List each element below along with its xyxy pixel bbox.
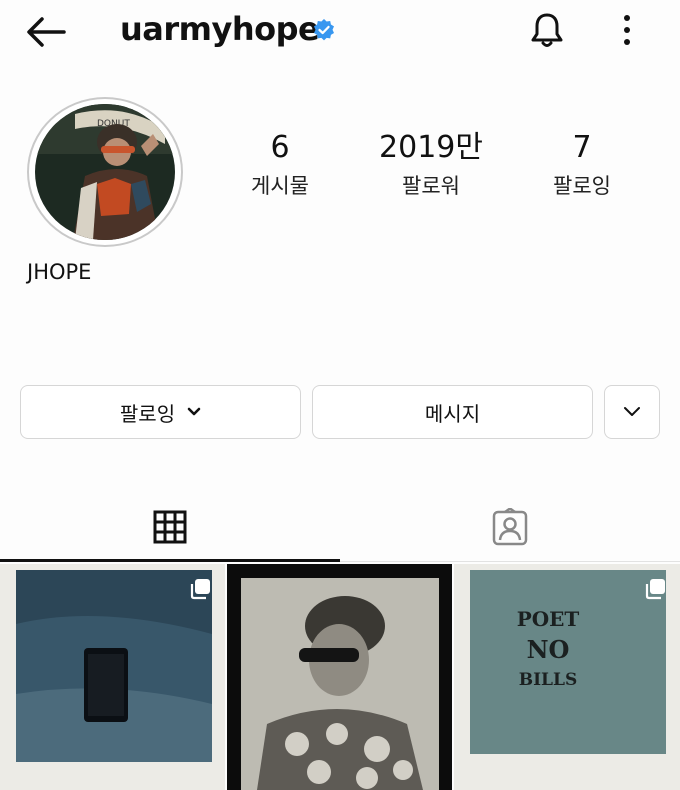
sign-line-3: BILLS <box>519 670 578 690</box>
post-tile-1[interactable] <box>0 564 225 790</box>
portrait-photo <box>227 564 452 790</box>
stat-posts[interactable]: 6 게시물 <box>205 130 355 202</box>
tab-posts-grid[interactable] <box>0 495 340 559</box>
top-bar: uarmyhope <box>0 0 680 64</box>
profile-username: uarmyhope <box>120 10 320 48</box>
stat-following-label: 팔로잉 <box>553 174 611 198</box>
profile-tabs <box>0 495 680 561</box>
post-tile-2[interactable] <box>227 564 452 790</box>
following-button-label: 팔로잉 <box>119 401 176 426</box>
suggested-accounts-button[interactable] <box>604 385 660 439</box>
chevron-down-icon <box>187 407 201 416</box>
active-tab-indicator <box>0 559 340 562</box>
sign-line-1: POET <box>517 607 580 631</box>
stat-posts-label: 게시물 <box>251 174 309 198</box>
sign-line-2: NO <box>527 635 570 664</box>
tagged-person-icon <box>492 508 528 546</box>
message-button-label: 메시지 <box>424 401 481 426</box>
stat-following-count: 7 <box>572 130 592 165</box>
profile-display-name: JHOPE <box>27 260 92 284</box>
post-tile-3[interactable]: POET NO BILLS <box>454 564 680 790</box>
stat-following[interactable]: 7 팔로잉 <box>507 130 657 202</box>
profile-avatar[interactable]: DONUT <box>27 97 183 247</box>
bell-icon[interactable] <box>527 10 567 50</box>
multiple-photos-icon <box>645 579 665 600</box>
more-vertical-icon[interactable] <box>617 12 637 48</box>
following-button[interactable]: 팔로잉 <box>20 385 301 439</box>
chevron-down-icon <box>624 407 640 416</box>
grid-icon <box>153 510 187 544</box>
stat-posts-count: 6 <box>270 130 290 165</box>
arrow-left-icon[interactable] <box>24 14 68 50</box>
multiple-photos-icon <box>190 579 210 600</box>
avatar-photo: DONUT <box>35 104 175 240</box>
stat-followers-label: 팔로워 <box>402 174 460 198</box>
tab-tagged[interactable] <box>340 495 680 559</box>
stat-followers[interactable]: 2019만 팔로워 <box>356 130 506 202</box>
message-button[interactable]: 메시지 <box>312 385 593 439</box>
verified-badge-icon <box>314 19 334 41</box>
stat-followers-count: 2019만 <box>379 130 483 165</box>
